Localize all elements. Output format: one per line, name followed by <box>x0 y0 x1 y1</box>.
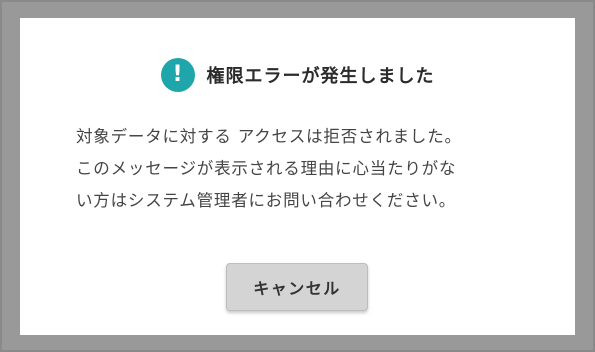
error-dialog: ! 権限エラーが発生しました 対象データに対する アクセスは拒否されました。 こ… <box>20 18 575 335</box>
message-line: い方はシステム管理者にお問い合わせください。 <box>76 191 457 210</box>
dialog-title: 権限エラーが発生しました <box>206 66 435 87</box>
dialog-header: ! 権限エラーが発生しました <box>20 57 575 93</box>
dialog-message: 対象データに対する アクセスは拒否されました。 このメッセージが表示される理由に… <box>76 121 536 217</box>
message-line: このメッセージが表示される理由に心当たりがな <box>76 159 457 178</box>
message-line: 対象データに対する アクセスは拒否されました。 <box>76 127 462 146</box>
exclamation-icon: ! <box>160 58 195 92</box>
cancel-button[interactable]: キャンセル <box>226 263 368 311</box>
modal-overlay: ! 権限エラーが発生しました 対象データに対する アクセスは拒否されました。 こ… <box>0 0 595 352</box>
